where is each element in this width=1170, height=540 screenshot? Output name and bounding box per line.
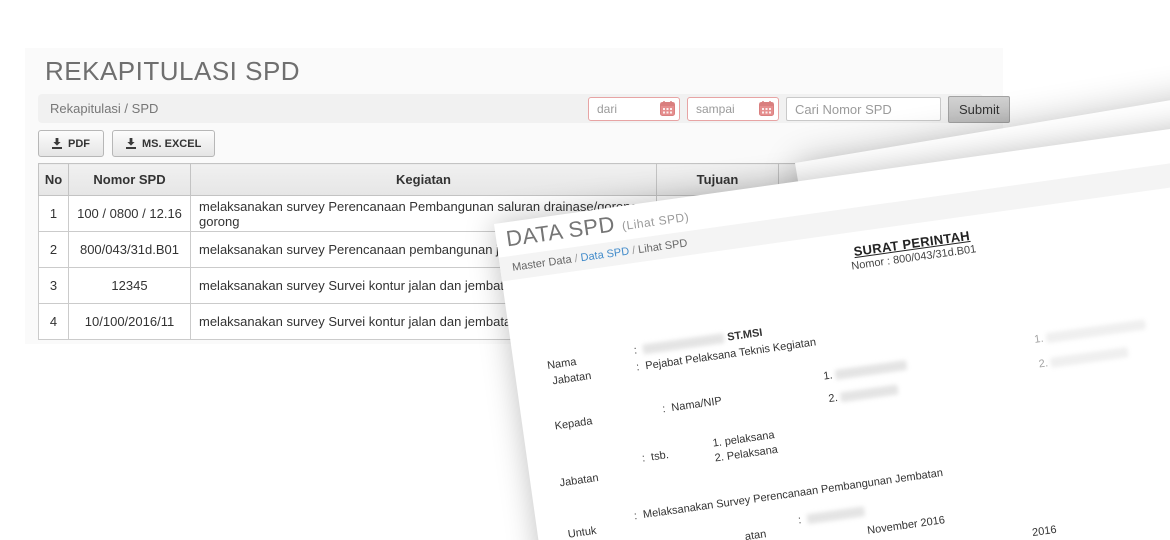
list-number: 1. — [1033, 332, 1045, 346]
cell-nomor: 12345 — [68, 267, 191, 304]
cell-no: 3 — [38, 267, 69, 304]
redacted-text — [806, 506, 866, 525]
value-nama-suffix: ST.MSI — [726, 326, 764, 344]
list-number: 2. — [1038, 357, 1049, 371]
value-jabatan-2: tsb. — [641, 449, 669, 465]
calendar-icon[interactable] — [660, 101, 675, 116]
label-jabatan-2: Jabatan — [558, 471, 600, 490]
right-list-item: 2. — [1038, 346, 1129, 370]
breadcrumb-lihat-spd: Lihat SPD — [637, 237, 689, 257]
export-excel-label: MS. EXCEL — [142, 137, 202, 150]
download-icon — [52, 138, 62, 149]
download-icon — [126, 138, 136, 149]
bottom-redaction-line — [797, 505, 866, 526]
list-number: 2. — [827, 391, 839, 406]
label-nama: Nama — [546, 355, 578, 372]
redacted-text — [834, 360, 908, 380]
bottom-fragment-date: November 2016 — [866, 514, 946, 537]
cell-nomor: 800/043/31d.B01 — [68, 231, 191, 268]
date-from-wrap — [588, 97, 680, 121]
search-wrap — [786, 97, 941, 121]
page: REKAPITULASI SPD Rekapitulasi / SPD dari… — [0, 0, 1170, 540]
label-kepada: Kepada — [553, 415, 594, 433]
value-untuk: Melaksanakan Survey Perencanaan Pembangu… — [633, 467, 943, 522]
jabatan-list: 1. pelaksana 2. Pelaksana — [712, 428, 779, 467]
overlay-subtitle: (Lihat SPD) — [621, 209, 690, 234]
kepada-list-item: 2. — [828, 383, 899, 405]
submit-button[interactable]: Submit — [948, 96, 1011, 123]
col-header-no: No — [38, 163, 69, 196]
export-pdf-button[interactable]: PDF — [38, 130, 104, 157]
value-kepada: Nama/NIP — [662, 395, 723, 415]
cell-no: 2 — [38, 231, 69, 268]
bottom-fragment-year: 2016 — [1031, 523, 1058, 540]
date-to-wrap — [687, 97, 779, 121]
breadcrumb-master-data: Master Data — [511, 253, 573, 274]
search-nomor-spd-input[interactable] — [786, 97, 941, 121]
calendar-icon[interactable] — [759, 101, 774, 116]
cell-nomor: 10/100/2016/11 — [68, 303, 191, 340]
kepada-list-item: 1. — [823, 359, 908, 383]
export-toolbar: PDF MS. EXCEL — [38, 130, 216, 157]
export-pdf-label: PDF — [68, 137, 90, 150]
breadcrumb-data-spd-link[interactable]: Data SPD — [580, 246, 630, 265]
list-number: 1. — [822, 369, 834, 383]
cell-no: 4 — [38, 303, 69, 340]
bottom-fragment-label: atan — [744, 528, 768, 540]
col-header-kegiatan: Kegiatan — [190, 163, 657, 196]
label-jabatan: Jabatan — [551, 370, 593, 388]
export-excel-button[interactable]: MS. EXCEL — [112, 130, 216, 157]
right-list-item: 1. — [1034, 318, 1147, 346]
redacted-text — [1045, 319, 1147, 344]
redacted-text — [840, 384, 899, 403]
cell-nomor: 100 / 0800 / 12.16 — [68, 195, 191, 232]
col-header-nomor-spd: Nomor SPD — [68, 163, 191, 196]
cell-no: 1 — [38, 195, 69, 232]
filter-toolbar: Submit — [588, 96, 1011, 123]
label-untuk: Untuk — [567, 524, 598, 540]
page-title: REKAPITULASI SPD — [45, 56, 301, 86]
redacted-text — [1050, 347, 1129, 368]
